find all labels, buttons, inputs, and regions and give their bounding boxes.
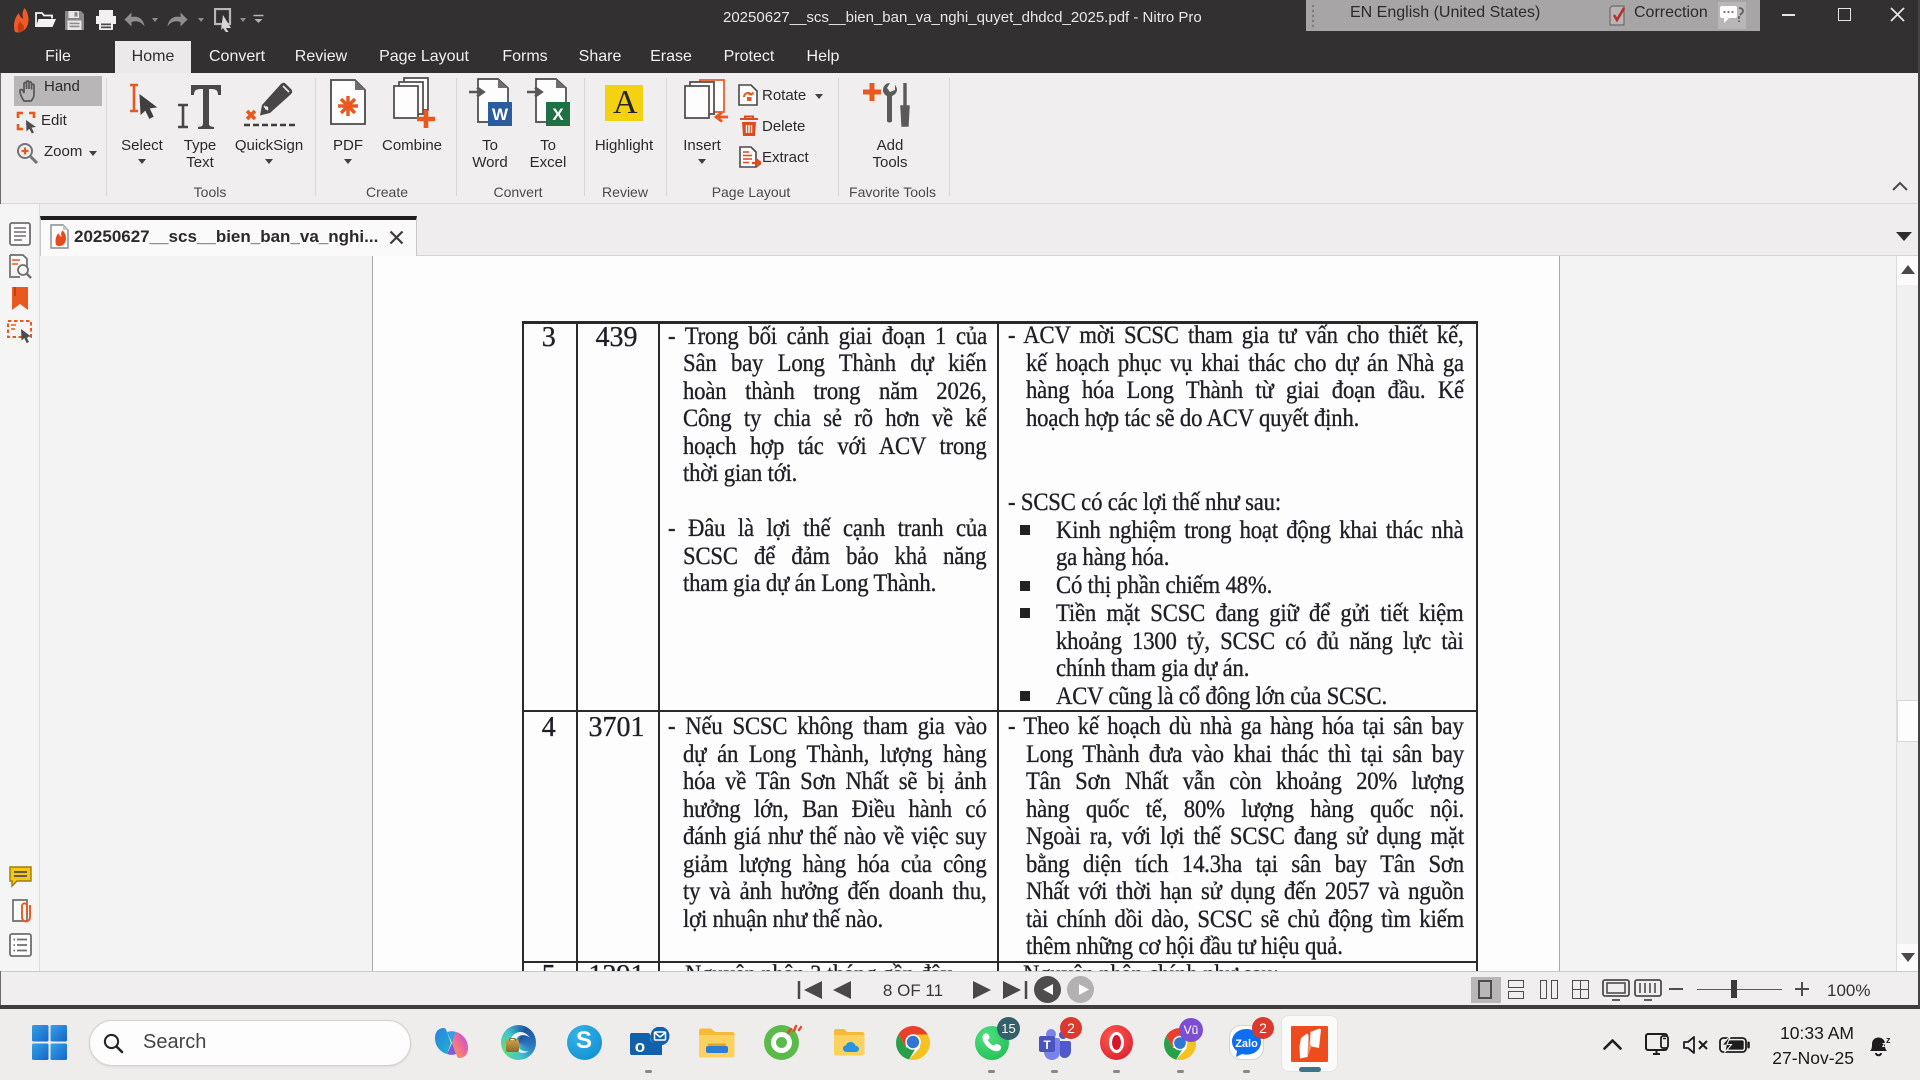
svg-text:W: W bbox=[492, 105, 509, 124]
svg-text:o: o bbox=[635, 1037, 645, 1056]
svg-text:T: T bbox=[1043, 1038, 1051, 1052]
svg-text:z: z bbox=[1882, 1042, 1886, 1049]
svg-text:X: X bbox=[552, 105, 564, 124]
svg-text:z: z bbox=[1886, 1035, 1891, 1045]
svg-text:Zalo: Zalo bbox=[1235, 1038, 1258, 1050]
